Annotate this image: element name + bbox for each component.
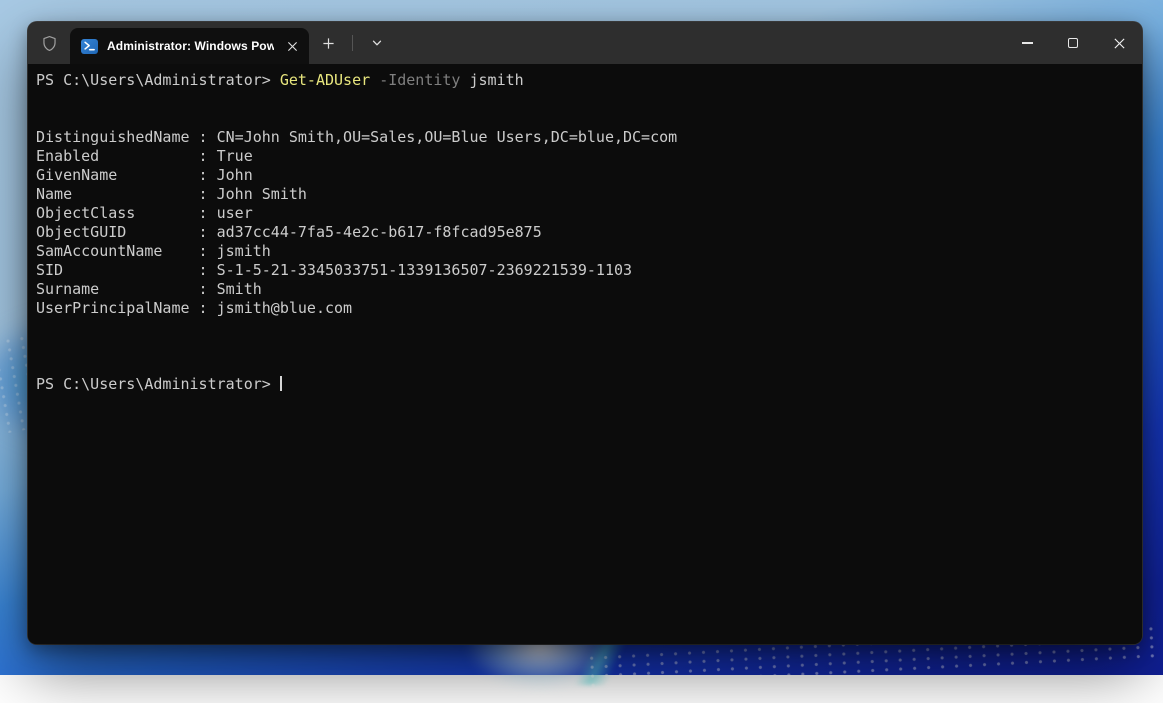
command-argument: jsmith [460, 71, 523, 89]
text-cursor [280, 376, 282, 391]
tab-close-button[interactable] [283, 37, 301, 55]
output-line: Surname : Smith [36, 280, 262, 298]
output-line: ObjectGUID : ad37cc44-7fa5-4e2c-b617-f8f… [36, 223, 542, 241]
command-name: Get-ADUser [280, 71, 370, 89]
tab-dropdown-button[interactable] [362, 29, 392, 57]
plus-icon [322, 37, 335, 50]
chevron-down-icon [371, 37, 383, 49]
close-icon [1113, 37, 1126, 50]
prompt: PS C:\Users\Administrator> [36, 71, 280, 89]
close-button[interactable] [1096, 22, 1142, 64]
tab-title: Administrator: Windows PowerShell [107, 39, 274, 53]
minimize-icon [1022, 42, 1033, 43]
window-controls [1004, 22, 1142, 64]
titlebar-drag-region[interactable] [392, 22, 1004, 64]
admin-shield-icon [28, 34, 70, 53]
desktop-wallpaper: Administrator: Windows PowerShell [0, 0, 1163, 675]
close-icon [287, 41, 298, 52]
new-tab-button[interactable] [313, 29, 343, 57]
titlebar[interactable]: Administrator: Windows PowerShell [28, 22, 1142, 64]
tab-administrator-powershell[interactable]: Administrator: Windows PowerShell [70, 28, 309, 64]
terminal-viewport[interactable]: PS C:\Users\Administrator> Get-ADUser -I… [28, 64, 1142, 644]
prompt: PS C:\Users\Administrator> [36, 375, 280, 393]
output-line: GivenName : John [36, 166, 253, 184]
maximize-button[interactable] [1050, 22, 1096, 64]
output-line: SamAccountName : jsmith [36, 242, 271, 260]
output-line: ObjectClass : user [36, 204, 253, 222]
output-line: UserPrincipalName : jsmith@blue.com [36, 299, 352, 317]
powershell-icon [81, 39, 98, 54]
minimize-button[interactable] [1004, 22, 1050, 64]
terminal-content: PS C:\Users\Administrator> Get-ADUser -I… [36, 71, 1138, 394]
toolbar-divider [352, 35, 353, 51]
terminal-window: Administrator: Windows PowerShell [28, 22, 1142, 644]
output-line: Enabled : True [36, 147, 253, 165]
command-parameter: -Identity [379, 71, 460, 89]
output-line: Name : John Smith [36, 185, 307, 203]
output-line: SID : S-1-5-21-3345033751-1339136507-236… [36, 261, 632, 279]
maximize-icon [1068, 38, 1078, 48]
output-line: DistinguishedName : CN=John Smith,OU=Sal… [36, 128, 677, 146]
